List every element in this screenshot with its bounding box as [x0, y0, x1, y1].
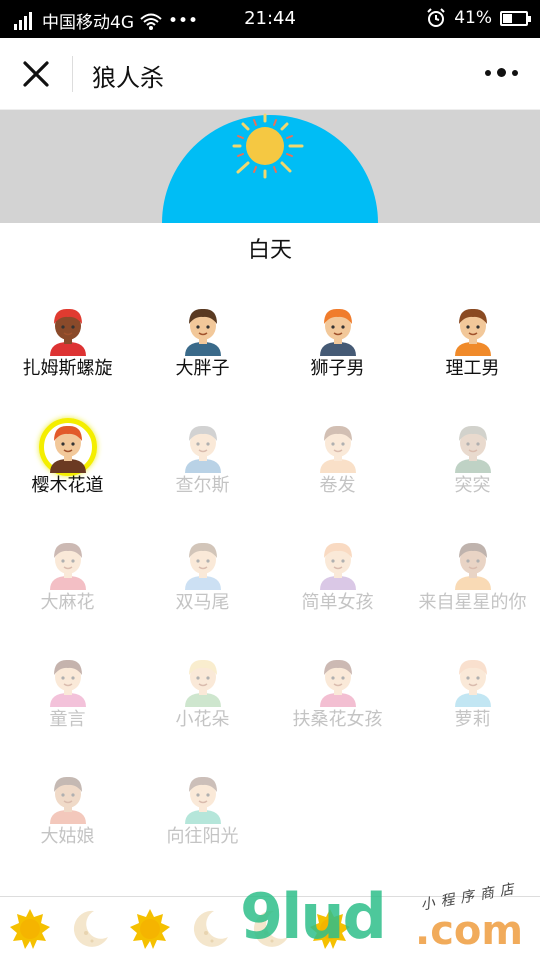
player-card[interactable]: 卷发 — [270, 417, 405, 527]
player-name: 突突 — [454, 475, 491, 496]
battery-percent: 41% — [454, 8, 492, 28]
girl-flower-icon — [320, 659, 356, 707]
player-name: 大姑娘 — [40, 826, 95, 847]
player-card[interactable]: 樱木花道 — [0, 417, 135, 527]
phase-label: 白天 — [247, 238, 292, 263]
player-card[interactable]: 双马尾 — [135, 534, 270, 644]
player-card[interactable]: 大姑娘 — [0, 768, 135, 878]
old-man-glasses-icon — [455, 425, 491, 473]
girl-bob-hair-icon — [50, 659, 86, 707]
player-card[interactable]: 小花朵 — [135, 651, 270, 761]
player-name: 童言 — [49, 709, 86, 730]
sky-panel — [0, 110, 540, 223]
sun-illustration — [162, 113, 378, 223]
status-right: 41% — [426, 8, 531, 28]
man-curly-hair-icon — [320, 425, 356, 473]
girl-twintails-icon — [185, 542, 221, 590]
battery-fill — [503, 13, 513, 23]
player-name: 樱木花道 — [31, 475, 104, 496]
girl-buns-icon — [455, 659, 491, 707]
moon-icon[interactable] — [248, 907, 292, 951]
nav-divider — [72, 56, 73, 92]
dot — [512, 69, 518, 76]
girl-curly-hair-icon — [455, 542, 491, 590]
boy-red-hair-icon — [50, 425, 86, 473]
boy-glasses-icon — [455, 308, 491, 356]
moon-icon[interactable] — [188, 907, 232, 951]
player-card[interactable]: 来自星星的你 — [405, 534, 540, 644]
player-card[interactable]: 向往阳光 — [135, 768, 270, 878]
player-name: 简单女孩 — [301, 592, 374, 613]
girl-blonde-icon — [185, 659, 221, 707]
player-card[interactable]: 萝莉 — [405, 651, 540, 761]
player-name: 双马尾 — [175, 592, 230, 613]
player-name: 理工男 — [445, 358, 500, 379]
player-card[interactable]: 大麻花 — [0, 534, 135, 644]
player-name: 查尔斯 — [175, 475, 230, 496]
bottom-bar — [0, 896, 540, 960]
player-name: 来自星星的你 — [418, 592, 527, 613]
status-bar: 中国移动4G ••• 21:44 41% — [0, 0, 540, 38]
player-name: 卷发 — [319, 475, 356, 496]
sun-icon[interactable] — [308, 907, 352, 951]
player-card[interactable]: 扶桑花女孩 — [270, 651, 405, 761]
player-card[interactable]: 理工男 — [405, 300, 540, 410]
player-name: 大麻花 — [40, 592, 95, 613]
player-card[interactable]: 狮子男 — [270, 300, 405, 410]
woman-bun-icon — [50, 776, 86, 824]
boy-red-cap-icon — [50, 308, 86, 356]
man-grey-hair-icon — [185, 425, 221, 473]
player-card[interactable]: 扎姆斯螺旋 — [0, 300, 135, 410]
sun-icon[interactable] — [8, 907, 52, 951]
player-card[interactable]: 大胖子 — [135, 300, 270, 410]
player-name: 大胖子 — [175, 358, 230, 379]
dot — [485, 69, 491, 76]
player-card[interactable]: 查尔斯 — [135, 417, 270, 527]
sun-icon[interactable] — [128, 907, 172, 951]
player-name: 萝莉 — [454, 709, 491, 730]
dot — [497, 68, 506, 77]
player-name: 向往阳光 — [166, 826, 239, 847]
nav-bar: 狼人杀 — [0, 38, 540, 110]
alarm-icon — [427, 8, 445, 27]
boy-spiky-hair-icon — [185, 308, 221, 356]
player-name: 狮子男 — [310, 358, 365, 379]
battery-icon — [500, 10, 531, 26]
boy-orange-hair-icon — [320, 308, 356, 356]
moon-icon[interactable] — [68, 907, 112, 951]
girl-pigtails-icon — [50, 542, 86, 590]
player-card[interactable]: 突突 — [405, 417, 540, 527]
player-name: 扎姆斯螺旋 — [22, 358, 113, 379]
more-menu-button[interactable] — [485, 68, 518, 77]
player-name: 小花朵 — [175, 709, 230, 730]
girl-long-hair-icon — [320, 542, 356, 590]
player-card[interactable]: 简单女孩 — [270, 534, 405, 644]
player-name: 扶桑花女孩 — [292, 709, 383, 730]
page-title: 狼人杀 — [92, 64, 164, 92]
player-card[interactable]: 童言 — [0, 651, 135, 761]
close-icon[interactable] — [20, 58, 52, 90]
woman-long-hair-icon — [185, 776, 221, 824]
